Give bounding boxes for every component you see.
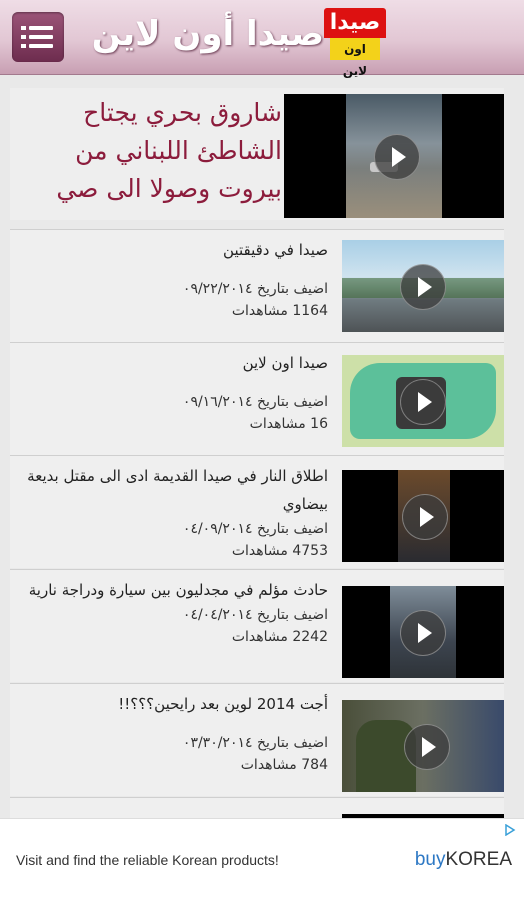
menu-button[interactable] [12, 12, 64, 62]
app-title: صيدا أون لاين [91, 14, 324, 54]
video-date: اضيف بتاريخ ٠٣/٣٠/٢٠١٤ [182, 735, 328, 751]
video-thumbnail[interactable] [342, 355, 504, 447]
video-date: اضيف بتاريخ ٠٩/١٦/٢٠١٤ [182, 394, 328, 410]
play-icon [400, 264, 446, 310]
video-thumbnail[interactable] [342, 470, 504, 562]
ad-brand-logo: buyKOREA [415, 849, 512, 871]
video-date: اضيف بتاريخ ٠٤/٠٩/٢٠١٤ [182, 521, 328, 537]
play-icon [400, 379, 446, 425]
play-icon [404, 724, 450, 770]
ad-brand-korea: KOREA [445, 849, 512, 870]
video-title: اطلاق النار في صيدا القديمة ادى الى مقتل… [27, 467, 328, 513]
featured-video[interactable]: شاروق بحري يجتاح الشاطئ اللبناني من بيرو… [10, 88, 504, 220]
video-views: 1164 مشاهدات [231, 303, 328, 319]
video-date: اضيف بتاريخ ٠٤/٠٤/٢٠١٤ [182, 607, 328, 623]
featured-thumbnail[interactable] [284, 94, 504, 218]
video-title: حادث مؤلم في مجدليون بين سيارة ودراجة نا… [28, 581, 328, 599]
video-views: 4753 مشاهدات [231, 543, 328, 559]
app-logo: صيدا اون لاين [324, 8, 386, 78]
video-views: 2242 مشاهدات [231, 629, 328, 645]
video-date: اضيف بتاريخ ٠٩/٢٢/٢٠١٤ [182, 281, 328, 297]
play-icon [374, 134, 420, 180]
video-views: 784 مشاهدات [240, 757, 328, 773]
list-item[interactable]: صيدا اون لاين اضيف بتاريخ ٠٩/١٦/٢٠١٤ 16 … [10, 342, 504, 455]
video-title: صيدا في دقيقتين [223, 241, 328, 259]
video-thumbnail[interactable] [342, 586, 504, 678]
list-item[interactable]: صيدا في دقيقتين اضيف بتاريخ ٠٩/٢٢/٢٠١٤ 1… [10, 229, 504, 342]
play-icon [400, 610, 446, 656]
app-header: صيدا أون لاين صيدا اون لاين [0, 0, 524, 78]
logo-top: صيدا [324, 8, 386, 38]
logo-bottom: اون لاين [330, 38, 380, 78]
featured-title: شاروق بحري يجتاح الشاطئ اللبناني من بيرو… [56, 98, 282, 203]
menu-icon [21, 26, 26, 30]
ad-text: Visit and find the reliable Korean produ… [16, 852, 279, 868]
video-thumbnail[interactable] [342, 240, 504, 332]
list-item[interactable]: اطلاق النار في صيدا القديمة ادى الى مقتل… [10, 455, 504, 568]
play-icon [402, 494, 448, 540]
video-title: أجت 2014 لوين بعد رايحين؟؟؟!! [118, 695, 328, 713]
list-item[interactable]: أجت 2014 لوين بعد رايحين؟؟؟!! اضيف بتاري… [10, 683, 504, 796]
list-item[interactable]: حادث مؤلم في مجدليون بين سيارة ودراجة نا… [10, 569, 504, 682]
ad-choices-icon[interactable] [504, 824, 516, 836]
video-views: 16 مشاهدات [249, 416, 328, 432]
video-thumbnail[interactable] [342, 700, 504, 792]
video-title: صيدا اون لاين [242, 354, 328, 372]
ad-brand-buy: buy [414, 849, 446, 870]
ad-banner[interactable]: Visit and find the reliable Korean produ… [0, 818, 524, 901]
